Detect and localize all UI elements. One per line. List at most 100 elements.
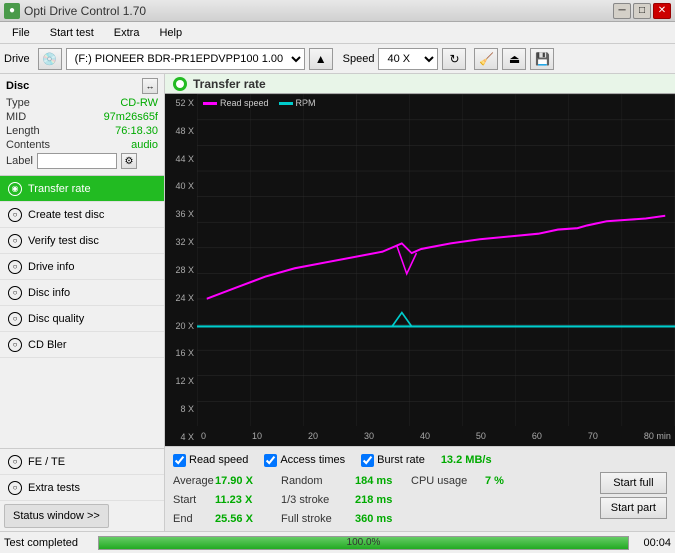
nav-item-disc-info[interactable]: ○ Disc info [0, 280, 164, 306]
nav-label-drive-info: Drive info [28, 261, 74, 273]
content-area: Transfer rate 52 X 48 X 44 X 40 X 36 X 3… [165, 74, 675, 531]
disc-type-value: CD-RW [120, 97, 158, 109]
nav-label-fe-te: FE / TE [28, 456, 65, 468]
y-label-8: 8 X [165, 404, 197, 414]
checkbox-read-speed[interactable]: Read speed [173, 454, 248, 467]
stat-row-start: Start 11.23 X [173, 491, 265, 509]
x-label-60: 60 [532, 431, 542, 441]
main-layout: Disc ↔ Type CD-RW MID 97m26s65f Length 7… [0, 74, 675, 531]
x-label-50: 50 [476, 431, 486, 441]
checkbox-burst-rate[interactable]: Burst rate [361, 454, 425, 467]
window-controls: ─ □ ✕ [613, 3, 671, 19]
y-label-52: 52 X [165, 98, 197, 108]
nav-icon-cd-bler: ○ [8, 338, 22, 352]
sidebar-bottom: ○ FE / TE ○ Extra tests Status window >> [0, 448, 164, 531]
disc-contents-label: Contents [6, 139, 50, 151]
checkbox-access-times[interactable]: Access times [264, 454, 345, 467]
drive-arrow-up-btn[interactable]: ▲ [309, 48, 333, 70]
start-full-button[interactable]: Start full [600, 472, 667, 494]
nav-icon-extra-tests: ○ [8, 481, 22, 495]
close-button[interactable]: ✕ [653, 3, 671, 19]
checkbox-access-times-input[interactable] [264, 454, 277, 467]
x-label-30: 30 [364, 431, 374, 441]
disc-length-row: Length 76:18.30 [6, 125, 158, 137]
menu-bar: File Start test Extra Help [0, 22, 675, 44]
nav-item-drive-info[interactable]: ○ Drive info [0, 254, 164, 280]
stat-end-label: End [173, 513, 211, 525]
menu-start-test[interactable]: Start test [42, 25, 102, 41]
drive-label: Drive [4, 53, 30, 65]
chart-svg [197, 94, 675, 426]
y-label-24: 24 X [165, 293, 197, 303]
minimize-button[interactable]: ─ [613, 3, 631, 19]
y-label-12: 12 X [165, 376, 197, 386]
disc-label-settings-btn[interactable]: ⚙ [121, 153, 137, 169]
eject-btn[interactable]: ⏏ [502, 48, 526, 70]
disc-length-value: 76:18.30 [115, 125, 158, 137]
nav-label-cd-bler: CD Bler [28, 339, 67, 351]
nav-icon-drive-info: ○ [8, 260, 22, 274]
menu-extra[interactable]: Extra [106, 25, 148, 41]
nav-item-verify-test-disc[interactable]: ○ Verify test disc [0, 228, 164, 254]
y-label-28: 28 X [165, 265, 197, 275]
menu-file[interactable]: File [4, 25, 38, 41]
chart-x-axis: 0 10 20 30 40 50 60 70 80 min [197, 426, 675, 446]
y-label-16: 16 X [165, 348, 197, 358]
stat-average-label: Average [173, 475, 211, 487]
stat-1/3-stroke-label: 1/3 stroke [281, 494, 351, 506]
y-label-44: 44 X [165, 154, 197, 164]
stats-col-left: Average 17.90 X Start 11.23 X End 25.56 … [173, 472, 265, 528]
stat-start-value: 11.23 X [215, 494, 265, 506]
checkbox-burst-rate-input[interactable] [361, 454, 374, 467]
status-text: Test completed [4, 537, 94, 549]
start-part-button[interactable]: Start part [600, 497, 667, 519]
y-label-32: 32 X [165, 237, 197, 247]
disc-type-row: Type CD-RW [6, 97, 158, 109]
nav-label-disc-quality: Disc quality [28, 313, 84, 325]
stat-random-label: Random [281, 475, 351, 487]
speed-arrow-btn[interactable]: ↻ [442, 48, 466, 70]
disc-mid-label: MID [6, 111, 26, 123]
stat-average-value: 17.90 X [215, 475, 265, 487]
erase-btn[interactable]: 🧹 [474, 48, 498, 70]
nav-item-extra-tests[interactable]: ○ Extra tests [0, 475, 164, 501]
disc-label-row: Label ⚙ [6, 153, 158, 169]
title-bar-left: ● Opti Drive Control 1.70 [4, 3, 146, 19]
checkbox-read-speed-input[interactable] [173, 454, 186, 467]
nav-icon-create-test-disc: ○ [8, 208, 22, 222]
stat-row-full-stroke: Full stroke 360 ms [281, 510, 395, 528]
nav-label-transfer-rate: Transfer rate [28, 183, 91, 195]
x-label-80: 80 min [644, 431, 671, 441]
maximize-button[interactable]: □ [633, 3, 651, 19]
speed-label: Speed [343, 53, 375, 65]
drive-icon-btn[interactable]: 💿 [38, 48, 62, 70]
disc-title: Disc [6, 80, 29, 92]
title-bar: ● Opti Drive Control 1.70 ─ □ ✕ [0, 0, 675, 22]
y-label-36: 36 X [165, 209, 197, 219]
stat-1/3-stroke-value: 218 ms [355, 494, 395, 506]
disc-label-input[interactable] [37, 153, 117, 169]
nav-icon-fe-te: ○ [8, 455, 22, 469]
nav-item-transfer-rate[interactable]: ◉ Transfer rate [0, 176, 164, 202]
stat-end-value: 25.56 X [215, 513, 265, 525]
action-buttons: Start full Start part [600, 472, 667, 519]
save-btn[interactable]: 💾 [530, 48, 554, 70]
status-window-button[interactable]: Status window >> [4, 504, 109, 528]
progress-container: 100.0% [98, 536, 629, 550]
stat-cpu-label: CPU usage [411, 475, 481, 487]
nav-item-create-test-disc[interactable]: ○ Create test disc [0, 202, 164, 228]
menu-help[interactable]: Help [151, 25, 190, 41]
disc-contents-row: Contents audio [6, 139, 158, 151]
nav-icon-disc-info: ○ [8, 286, 22, 300]
nav-item-disc-quality[interactable]: ○ Disc quality [0, 306, 164, 332]
disc-contents-value: audio [131, 139, 158, 151]
disc-refresh-btn[interactable]: ↔ [142, 78, 158, 94]
burst-rate-value: 13.2 MB/s [441, 454, 492, 466]
nav-item-fe-te[interactable]: ○ FE / TE [0, 449, 164, 475]
stat-full-stroke-value: 360 ms [355, 513, 395, 525]
nav-icon-disc-quality: ○ [8, 312, 22, 326]
speed-select[interactable]: 40 X [378, 48, 438, 70]
nav-item-cd-bler[interactable]: ○ CD Bler [0, 332, 164, 358]
drive-select[interactable]: (F:) PIONEER BDR-PR1EPDVPP100 1.00 [66, 48, 305, 70]
disc-type-label: Type [6, 97, 30, 109]
